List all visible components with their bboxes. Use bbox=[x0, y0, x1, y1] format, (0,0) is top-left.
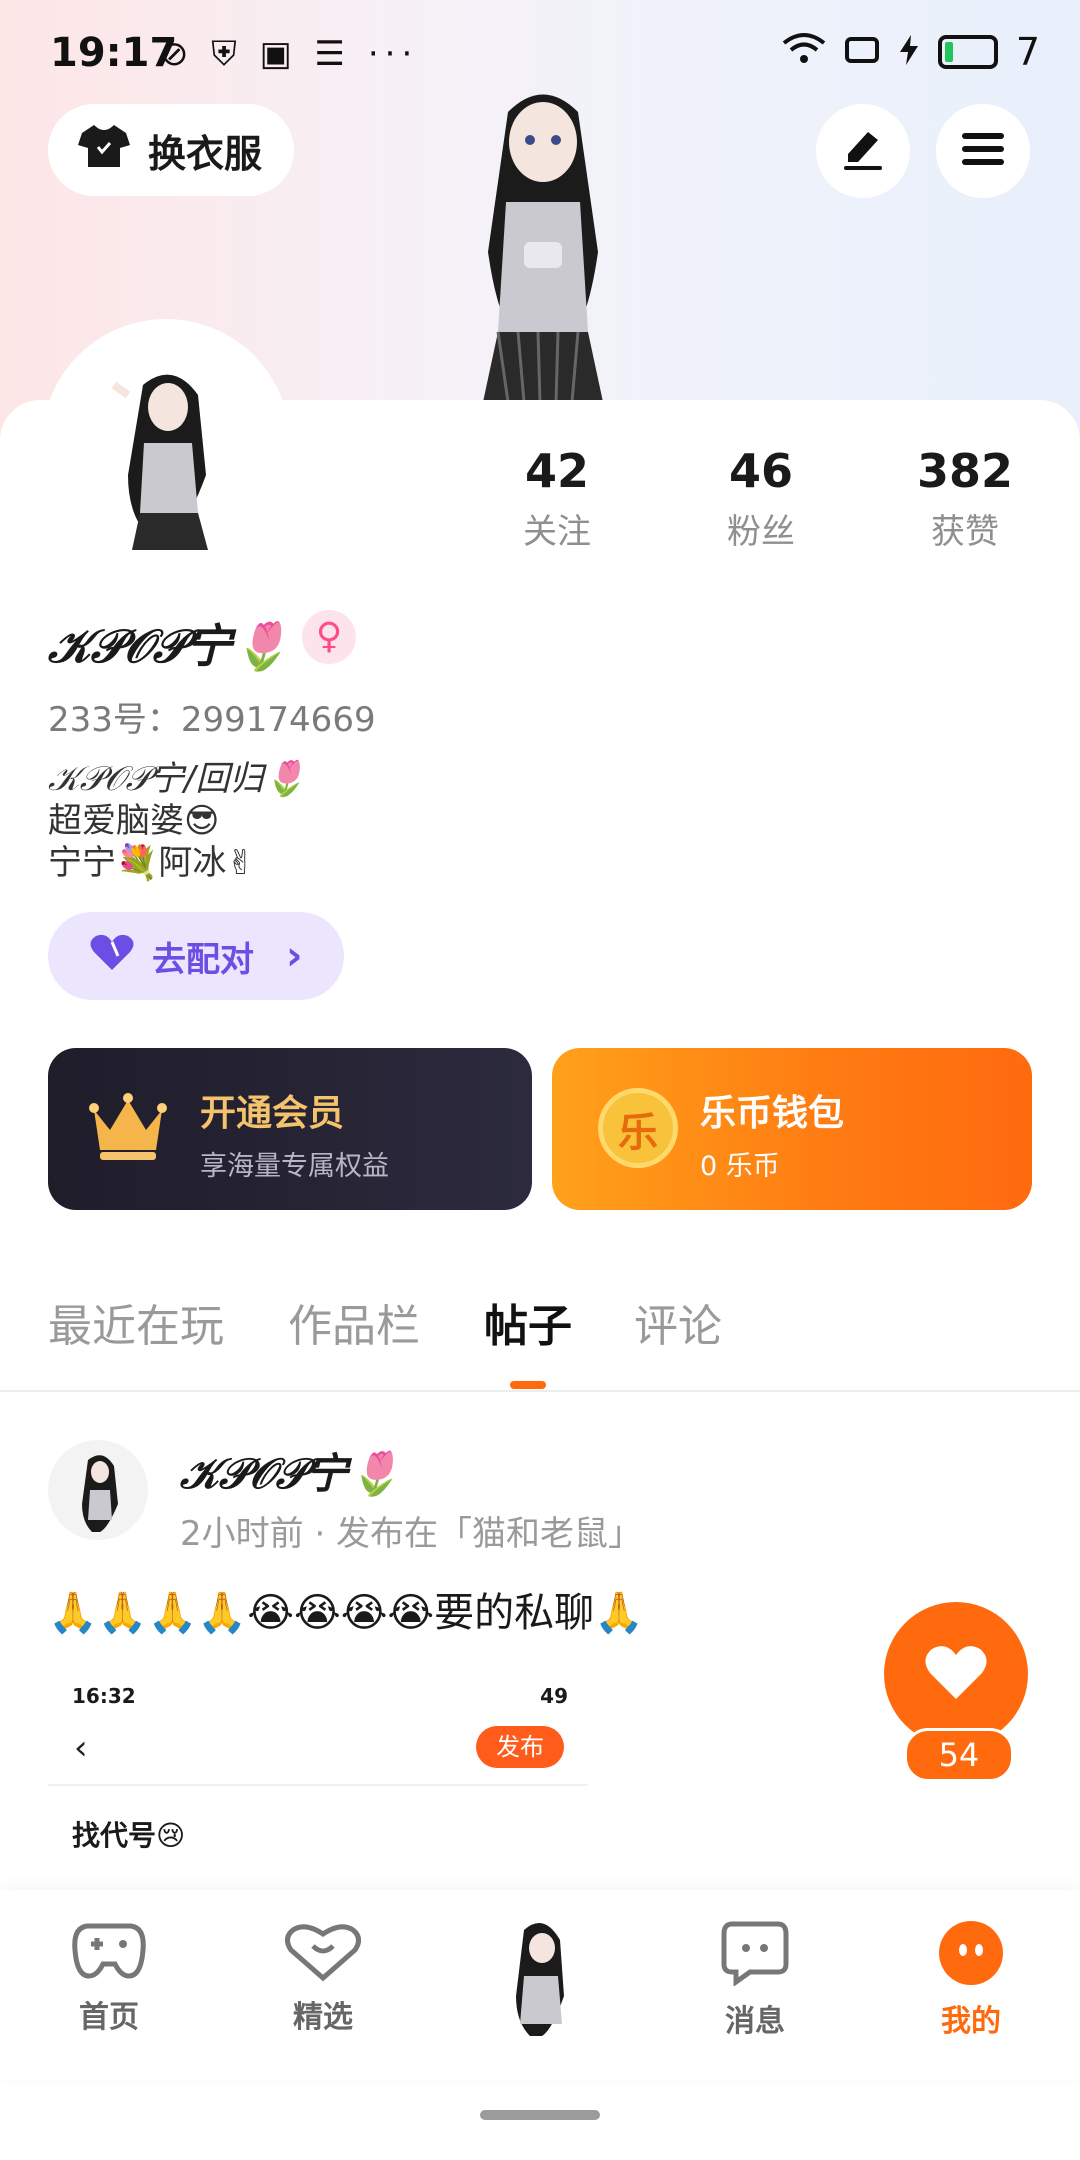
battery-level: 7 bbox=[1015, 30, 1040, 74]
nav-mine[interactable]: 我的 bbox=[896, 1920, 1046, 2040]
screen-icon bbox=[844, 30, 880, 74]
profile-tabs: 最近在玩 作品栏 帖子 评论 bbox=[0, 1290, 1080, 1390]
profile-avatar[interactable] bbox=[48, 325, 284, 561]
pair-button[interactable]: 去配对 › bbox=[48, 912, 344, 1000]
post-author-avatar[interactable] bbox=[48, 1440, 148, 1540]
post-image-publish: 发布 bbox=[476, 1726, 564, 1768]
vip-card[interactable]: 开通会员 享海量专属权益 bbox=[48, 1048, 532, 1210]
stat-following-label: 关注 bbox=[523, 512, 591, 552]
menu-icon bbox=[960, 129, 1006, 173]
gamepad-icon bbox=[71, 1923, 147, 1986]
status-notification-icons: ⊘ ⛨ ▣ ☰ ··· bbox=[160, 34, 419, 74]
home-indicator[interactable] bbox=[480, 2110, 600, 2120]
charging-icon bbox=[898, 30, 920, 74]
vip-subtitle: 享海量专属权益 bbox=[200, 1151, 389, 1182]
pair-label: 去配对 bbox=[152, 939, 254, 980]
tab-comments[interactable]: 评论 bbox=[634, 1290, 722, 1354]
profile-uid[interactable]: 233号：299174669 bbox=[48, 692, 376, 741]
post-image-time: 16:32 bbox=[72, 1684, 136, 1708]
nav-featured-label: 精选 bbox=[293, 2000, 353, 2035]
stat-fans-label: 粉丝 bbox=[727, 512, 795, 552]
status-right: 7 bbox=[782, 30, 1040, 74]
nav-featured[interactable]: 精选 bbox=[248, 1920, 398, 2036]
stat-fans-value: 46 bbox=[728, 444, 793, 498]
post-image-title: 找代号😢 bbox=[72, 1819, 186, 1852]
crown-icon bbox=[88, 1090, 168, 1170]
nav-home[interactable]: 首页 bbox=[34, 1920, 184, 2036]
nav-home-label: 首页 bbox=[79, 2000, 139, 2035]
stat-following[interactable]: 42 关注 bbox=[477, 444, 637, 553]
bio-line: 宁宁💐阿冰✌ bbox=[48, 843, 255, 883]
post-image-back-icon: ‹ bbox=[74, 1728, 88, 1768]
wifi-icon bbox=[782, 30, 826, 74]
wallet-title: 乐币钱包 bbox=[700, 1093, 845, 1134]
face-icon bbox=[938, 1921, 1004, 1990]
female-icon: ♀ bbox=[302, 610, 356, 664]
change-outfit-label: 换衣服 bbox=[148, 131, 263, 176]
stat-likes[interactable]: 382 获赞 bbox=[885, 444, 1045, 553]
edit-profile-button[interactable] bbox=[816, 104, 910, 198]
stat-following-value: 42 bbox=[524, 444, 589, 498]
message-icon bbox=[720, 1921, 790, 1990]
stat-fans[interactable]: 46 粉丝 bbox=[681, 444, 841, 553]
vip-title: 开通会员 bbox=[200, 1093, 345, 1134]
change-outfit-button[interactable]: 换衣服 bbox=[48, 104, 294, 196]
stat-likes-value: 382 bbox=[916, 444, 1014, 498]
post-text[interactable]: 🙏🙏🙏🙏😭😭😭😭要的私聊🙏 bbox=[48, 1580, 644, 1638]
profile-nickname: 𝒦𝒫𝒪𝒫宁🌷 bbox=[48, 619, 290, 673]
post-image-battery: 49 bbox=[540, 1684, 568, 1708]
bio-line: 超爱脑婆😎 bbox=[48, 801, 220, 841]
active-tab-indicator bbox=[510, 1381, 546, 1389]
profile-bio: 𝒦𝒫𝒪𝒫宁/回归🌷 超爱脑婆😎 宁宁💐阿冰✌ bbox=[48, 758, 306, 884]
status-time: 19:17 bbox=[50, 30, 178, 76]
heart-pair-icon bbox=[88, 932, 136, 981]
nav-messages-label: 消息 bbox=[725, 2004, 785, 2039]
bio-line: 𝒦𝒫𝒪𝒫宁/回归🌷 bbox=[48, 759, 306, 799]
heart-icon bbox=[924, 1643, 988, 1705]
stat-likes-label: 获赞 bbox=[931, 512, 999, 552]
post-image-divider bbox=[48, 1784, 588, 1786]
tab-works[interactable]: 作品栏 bbox=[288, 1290, 420, 1354]
post-meta: 2小时前 · 发布在「猫和老鼠」 bbox=[180, 1514, 643, 1554]
battery-icon bbox=[937, 35, 998, 69]
nav-messages[interactable]: 消息 bbox=[680, 1920, 830, 2040]
menu-button[interactable] bbox=[936, 104, 1030, 198]
wallet-subtitle: 0 乐币 bbox=[700, 1151, 780, 1182]
like-button[interactable] bbox=[884, 1602, 1028, 1746]
shirt-icon bbox=[78, 123, 130, 178]
coin-icon: 乐 bbox=[598, 1088, 678, 1168]
nav-center-avatar[interactable] bbox=[464, 1900, 614, 2050]
heart-chat-icon bbox=[285, 1924, 361, 1986]
like-count: 54 bbox=[904, 1728, 1014, 1782]
tabs-divider bbox=[0, 1390, 1080, 1392]
nav-mine-label: 我的 bbox=[941, 2004, 1001, 2039]
tab-recent-played[interactable]: 最近在玩 bbox=[48, 1290, 224, 1354]
post-author-name[interactable]: 𝒦𝒫𝒪𝒫宁🌷 bbox=[180, 1440, 400, 1501]
wallet-card[interactable]: 乐 乐币钱包 0 乐币 bbox=[552, 1048, 1032, 1210]
edit-icon bbox=[840, 126, 886, 176]
tab-posts[interactable]: 帖子 bbox=[484, 1290, 572, 1354]
chevron-right-icon: › bbox=[286, 933, 303, 979]
avatar-character[interactable] bbox=[428, 82, 658, 403]
